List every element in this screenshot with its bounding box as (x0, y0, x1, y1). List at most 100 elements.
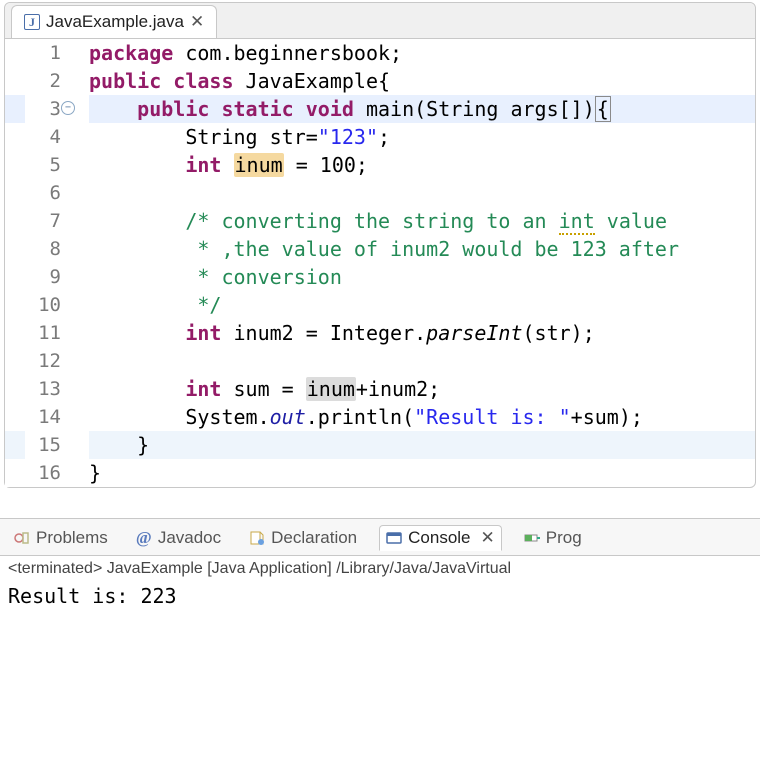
kw-token: int (185, 153, 221, 177)
gutter-row (5, 207, 25, 235)
gutter-row (5, 67, 25, 95)
code-line[interactable]: * ,the value of inum2 would be 123 after (89, 235, 755, 263)
fold-toggle-icon[interactable]: − (61, 101, 75, 115)
line-number: 11 (25, 319, 61, 347)
line-number: 14 (25, 403, 61, 431)
kw-token: public (137, 97, 209, 121)
code-line[interactable]: package com.beginnersbook; (89, 39, 755, 67)
line-number: 16 (25, 459, 61, 487)
cmt-token: * conversion (185, 265, 342, 289)
code-lines[interactable]: package com.beginnersbook;public class J… (85, 39, 755, 487)
gutter-row (5, 263, 25, 291)
cmt-token: int (559, 209, 595, 235)
console-icon (386, 530, 402, 546)
gutter-row (5, 39, 25, 67)
editor-tab-filename: JavaExample.java (46, 12, 184, 32)
gutter-row (5, 403, 25, 431)
code-line[interactable]: int inum = 100; (89, 151, 755, 179)
code-line[interactable]: */ (89, 291, 755, 319)
line-number: 3− (25, 95, 61, 123)
code-line[interactable]: int inum2 = Integer.parseInt(str); (89, 319, 755, 347)
console-output[interactable]: Result is: 223 (0, 582, 760, 610)
tab-problems[interactable]: Problems (8, 526, 114, 550)
bottom-view-tabs: Problems @ Javadoc Declaration Console ✕… (0, 519, 760, 556)
kw-token: static (221, 97, 293, 121)
bracket-box-token: { (595, 96, 611, 122)
problems-icon (14, 530, 30, 546)
str-token: "123" (318, 125, 378, 149)
kw-token: public (89, 69, 161, 93)
line-number: 9 (25, 263, 61, 291)
kw-token: void (306, 97, 354, 121)
gutter-row (5, 347, 25, 375)
tab-problems-label: Problems (36, 528, 108, 548)
gutter-row (5, 235, 25, 263)
gutter-row (5, 319, 25, 347)
hlword-token: inum (234, 153, 284, 177)
console-status: <terminated> JavaExample [Java Applicati… (0, 556, 760, 582)
tab-console[interactable]: Console ✕ (379, 525, 502, 551)
code-line[interactable]: } (89, 459, 755, 487)
cmt-token: */ (185, 293, 221, 317)
code-line[interactable]: System.out.println("Result is: "+sum); (89, 403, 755, 431)
cmt-token: value (595, 209, 667, 233)
code-line[interactable]: String str="123"; (89, 123, 755, 151)
line-number: 7 (25, 207, 61, 235)
tab-javadoc-label: Javadoc (158, 528, 221, 548)
line-number: 10 (25, 291, 61, 319)
code-line[interactable]: } (89, 431, 755, 459)
tab-declaration[interactable]: Declaration (243, 526, 363, 550)
kw-token: class (173, 69, 233, 93)
gutter-row (5, 459, 25, 487)
tab-progress-label: Prog (546, 528, 582, 548)
gutter-row (5, 375, 25, 403)
methitalic-token: parseInt (426, 321, 522, 345)
kw-token: int (185, 321, 221, 345)
line-number: 15 (25, 431, 61, 459)
static-it-token: out (270, 405, 306, 429)
gutter-row (5, 123, 25, 151)
line-number: 5 (25, 151, 61, 179)
cmt-token: * ,the value of inum2 would be 123 after (185, 237, 679, 261)
editor-tab-bar: J JavaExample.java ✕ (5, 3, 755, 39)
line-number: 13 (25, 375, 61, 403)
gutter-row (5, 431, 25, 459)
line-number-gutter: 123−45678910111213141516 (25, 39, 67, 487)
gutter-row (5, 151, 25, 179)
kw-token: int (185, 377, 221, 401)
tab-javadoc[interactable]: @ Javadoc (130, 526, 227, 550)
code-line[interactable]: public class JavaExample{ (89, 67, 755, 95)
code-line[interactable]: * conversion (89, 263, 755, 291)
line-number: 8 (25, 235, 61, 263)
code-line[interactable]: int sum = inum+inum2; (89, 375, 755, 403)
bottom-pane: Problems @ Javadoc Declaration Console ✕… (0, 518, 760, 784)
kw-token: package (89, 41, 173, 65)
close-icon[interactable]: ✕ (481, 528, 495, 548)
editor-tab-active[interactable]: J JavaExample.java ✕ (11, 5, 217, 38)
java-file-icon: J (24, 14, 40, 30)
code-line[interactable]: /* converting the string to an int value (89, 207, 755, 235)
str-token: "Result is: " (414, 405, 571, 429)
line-number: 2 (25, 67, 61, 95)
gutter-row (5, 179, 25, 207)
line-number: 4 (25, 123, 61, 151)
gutter-row (5, 291, 25, 319)
editor-pane: J JavaExample.java ✕ 123−456789101112131… (4, 2, 756, 488)
close-icon[interactable]: ✕ (190, 12, 204, 32)
code-area[interactable]: 123−45678910111213141516 package com.beg… (5, 39, 755, 487)
code-line[interactable] (89, 347, 755, 375)
line-number: 6 (25, 179, 61, 207)
progress-icon (524, 530, 540, 546)
tab-progress[interactable]: Prog (518, 526, 588, 550)
code-line[interactable]: public static void main(String args[]){ (89, 95, 755, 123)
code-line[interactable] (89, 179, 755, 207)
tab-console-label: Console (408, 528, 470, 548)
line-number: 12 (25, 347, 61, 375)
gutter-row (5, 95, 25, 123)
javadoc-icon: @ (136, 530, 152, 546)
line-number: 1 (25, 39, 61, 67)
cmt-token: /* converting the string to an (185, 209, 558, 233)
tab-declaration-label: Declaration (271, 528, 357, 548)
gutter-marks (5, 39, 25, 487)
hlword2-token: inum (306, 377, 356, 401)
